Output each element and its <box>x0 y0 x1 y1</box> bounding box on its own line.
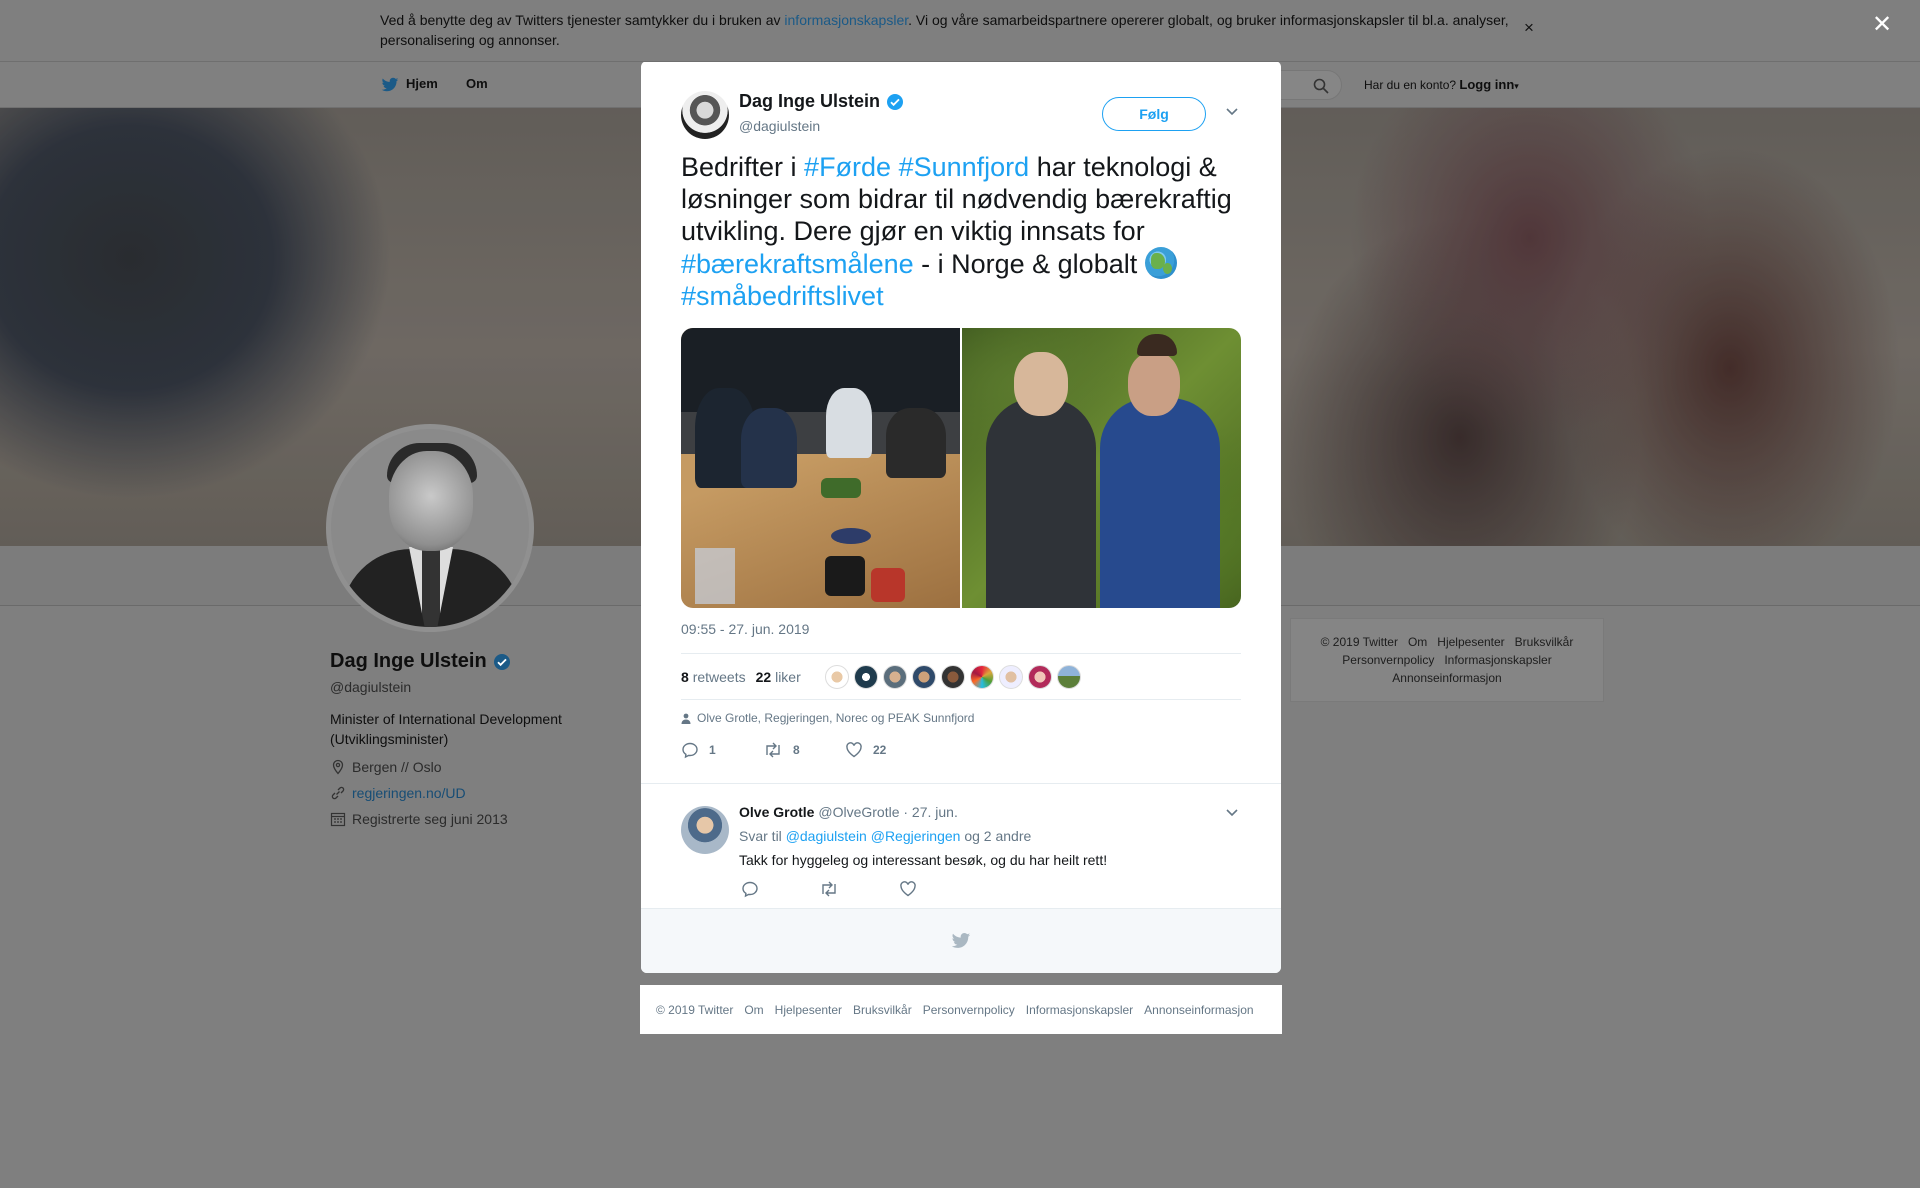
footer-link[interactable]: Hjelpesenter <box>775 1003 842 1017</box>
tweet-stats: 8 retweets 22 liker <box>681 654 1241 700</box>
chevron-down-icon[interactable] <box>1225 107 1239 117</box>
retweet-button[interactable]: 8 <box>763 741 845 759</box>
profile-avatar[interactable] <box>326 424 534 632</box>
heart-icon <box>846 742 862 758</box>
tweet-timestamp[interactable]: 09:55 - 27. jun. 2019 <box>681 621 809 637</box>
reply-button[interactable]: 1 <box>681 741 763 759</box>
tweet-text: Bedrifter i #Førde #Sunnfjord har teknol… <box>681 152 1232 311</box>
hashtag-link[interactable]: #Sunnfjord <box>899 152 1030 182</box>
heart-icon[interactable] <box>899 880 917 898</box>
like-button[interactable]: 22 <box>845 741 927 759</box>
footer-link[interactable]: Informasjonskapsler <box>1026 1003 1133 1017</box>
reply-author-handle[interactable]: @OlveGrotle <box>818 804 899 820</box>
profile-name: Dag Inge Ulstein <box>330 650 630 673</box>
tweet-modal: Dag Inge Ulstein @dagiulstein Følg Bedri… <box>641 61 1281 973</box>
follow-button[interactable]: Følg <box>1102 97 1206 131</box>
reply-icon <box>682 742 698 759</box>
overlay-close-button[interactable]: ✕ <box>1872 10 1892 39</box>
search-icon <box>1313 78 1329 94</box>
footer-link[interactable]: Om <box>744 1003 763 1017</box>
avatar[interactable] <box>882 664 907 689</box>
modal-footer <box>641 908 1281 973</box>
author-avatar[interactable] <box>681 91 729 139</box>
tweet-photo-two-men[interactable] <box>962 328 1241 608</box>
cookie-close-button[interactable]: × <box>1524 18 1534 38</box>
retweet-icon <box>766 742 780 758</box>
liker-avatars <box>824 664 1081 689</box>
location-pin-icon <box>332 759 344 775</box>
chevron-down-icon[interactable] <box>1225 808 1239 818</box>
caret-down-icon: ▾ <box>1514 81 1519 91</box>
avatar[interactable] <box>998 664 1023 689</box>
footer-link[interactable]: Hjelpesenter <box>1437 635 1504 649</box>
footer-link[interactable]: Bruksvilkår <box>1515 635 1574 649</box>
link-icon <box>331 786 345 800</box>
side-footer: © 2019 Twitter Om Hjelpesenter Bruksvilkår … <box>1290 618 1604 702</box>
nav-home[interactable]: Hjem <box>406 76 438 91</box>
footer-link[interactable]: Informasjonskapsler <box>1444 653 1551 667</box>
cookie-text: Ved å benytte deg av Twitters tjenester … <box>380 12 1509 48</box>
author-name[interactable]: Dag Inge Ulstein <box>739 91 904 112</box>
footer-link[interactable]: © 2019 Twitter <box>656 1003 733 1017</box>
avatar[interactable] <box>1027 664 1052 689</box>
avatar[interactable] <box>911 664 936 689</box>
reply-date[interactable]: · 27. jun. <box>903 804 957 820</box>
login-link[interactable]: Logg inn <box>1459 77 1514 92</box>
modal-bottom-footer: © 2019 Twitter Om Hjelpesenter Bruksvilk… <box>640 985 1282 1034</box>
tweet-photos <box>681 328 1241 608</box>
mention-link[interactable]: @dagiulstein <box>786 828 867 844</box>
footer-link[interactable]: Annonseinformasjon <box>1392 671 1501 685</box>
profile-joined: Registrerte seg juni 2013 <box>330 811 630 827</box>
reply-to: Svar til @dagiulstein @Regjeringen og 2 … <box>739 828 1032 844</box>
likers-summary[interactable]: Olve Grotle, Regjeringen, Norec og PEAK … <box>681 711 974 725</box>
profile-website: regjeringen.no/UD <box>330 785 630 801</box>
footer-link[interactable]: © 2019 Twitter <box>1321 635 1398 649</box>
tweet-actions: 1 8 22 <box>681 741 927 759</box>
avatar[interactable] <box>940 664 965 689</box>
cookie-info-link[interactable]: informasjonskapsler <box>784 12 908 28</box>
avatar[interactable] <box>969 664 994 689</box>
profile-handle[interactable]: @dagiulstein <box>330 679 630 695</box>
hashtag-link[interactable]: #Førde <box>804 152 891 182</box>
calendar-icon <box>330 812 346 827</box>
avatar[interactable] <box>824 664 849 689</box>
twitter-bird-icon <box>951 933 971 948</box>
likes-stat[interactable]: 22 liker <box>756 669 801 685</box>
twitter-bird-icon[interactable] <box>380 76 400 94</box>
reply-actions <box>741 880 917 898</box>
verified-badge-icon <box>493 653 510 670</box>
mention-link[interactable]: @Regjeringen <box>871 828 961 844</box>
tweet-photo-meeting[interactable] <box>681 328 960 608</box>
reply-header: Olve Grotle @OlveGrotle · 27. jun. <box>739 804 958 820</box>
avatar[interactable] <box>681 806 729 854</box>
profile-bio: Minister of International Development (U… <box>330 711 562 747</box>
reply-text: Takk for hyggeleg og interessant besøk, … <box>739 852 1108 868</box>
footer-link[interactable]: Personvernpolicy <box>923 1003 1015 1017</box>
hashtag-link[interactable]: #småbedriftslivet <box>681 281 884 311</box>
profile-location: Bergen // Oslo <box>330 759 630 775</box>
nav-about[interactable]: Om <box>466 76 488 91</box>
person-icon <box>681 713 691 724</box>
retweet-icon[interactable] <box>819 880 839 898</box>
profile-website-link[interactable]: regjeringen.no/UD <box>352 785 466 801</box>
avatar[interactable] <box>853 664 878 689</box>
footer-link[interactable]: Bruksvilkår <box>853 1003 912 1017</box>
verified-badge-icon <box>887 93 904 110</box>
reply-author-name[interactable]: Olve Grotle <box>739 804 814 820</box>
globe-emoji-icon <box>1144 247 1177 279</box>
avatar[interactable] <box>1056 664 1081 689</box>
footer-link[interactable]: Om <box>1408 635 1427 649</box>
reply-icon[interactable] <box>741 880 759 898</box>
author-handle[interactable]: @dagiulstein <box>739 118 820 134</box>
hashtag-link[interactable]: #bærekraftsmålene <box>681 249 914 279</box>
footer-link[interactable]: Personvernpolicy <box>1342 653 1434 667</box>
retweets-stat[interactable]: 8 retweets <box>681 669 746 685</box>
login-area: Har du en konto? Logg inn▾ <box>1364 77 1519 92</box>
profile-sidebar: Dag Inge Ulstein @dagiulstein Minister o… <box>330 650 630 827</box>
footer-link[interactable]: Annonseinformasjon <box>1144 1003 1253 1017</box>
cookie-banner: Ved å benytte deg av Twitters tjenester … <box>0 0 1920 62</box>
